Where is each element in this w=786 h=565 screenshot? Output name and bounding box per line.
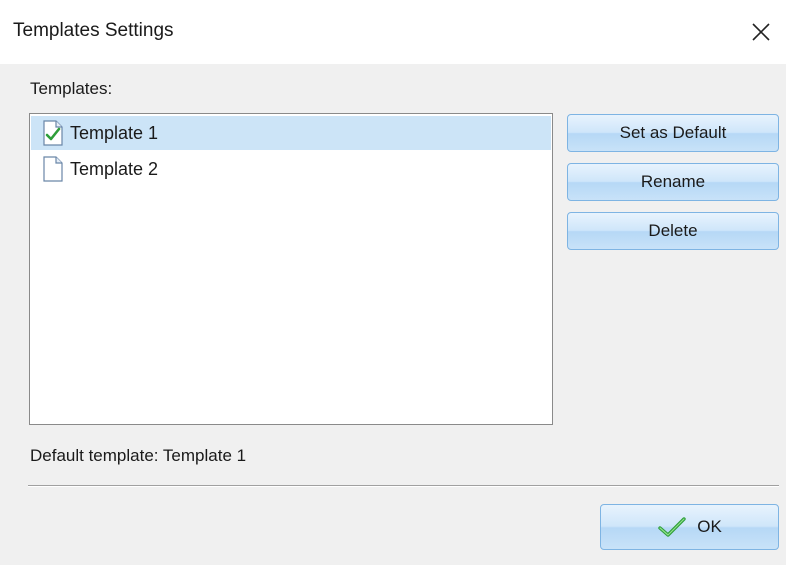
title-bar: Templates Settings [0,0,786,64]
ok-button[interactable]: OK [600,504,779,550]
checked-document-icon [43,120,63,146]
close-icon [752,23,770,41]
checkmark-icon [658,517,686,537]
templates-settings-dialog: Templates Settings Templates: Template 1… [0,0,786,565]
rename-button[interactable]: Rename [567,163,779,201]
default-template-status: Default template: Template 1 [30,446,247,465]
delete-button[interactable]: Delete [567,212,779,250]
set-as-default-button[interactable]: Set as Default [567,114,779,152]
document-icon [43,156,63,182]
list-item-label: Template 2 [70,158,159,179]
list-item-template-1[interactable]: Template 1 [31,116,551,150]
list-item-label: Template 1 [70,122,159,143]
templates-label: Templates: [30,79,113,98]
close-button[interactable] [744,15,778,49]
templates-list[interactable]: Template 1 Template 2 [29,113,553,425]
list-item-template-2[interactable]: Template 2 [31,152,551,186]
window-title: Templates Settings [13,20,174,41]
ok-label: OK [697,517,722,536]
footer-divider [28,485,779,487]
